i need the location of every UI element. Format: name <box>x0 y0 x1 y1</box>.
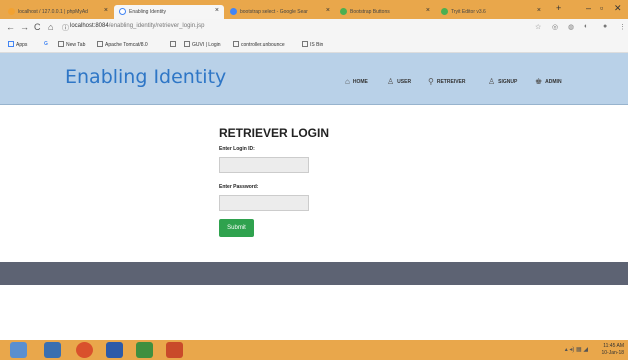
extension-icon[interactable]: ◐ <box>584 23 588 30</box>
url-path: /enabling_identity/retriever_login.jsp <box>108 23 205 29</box>
nav-home[interactable]: ⌂ HOME <box>345 77 368 86</box>
info-icon[interactable]: ⓘ <box>62 23 69 33</box>
google-icon <box>230 8 237 15</box>
bookmark-guvi[interactable]: GUVI | Login <box>184 41 221 48</box>
maximize-button[interactable]: ▫ <box>600 3 603 13</box>
password-label: Enter Password: <box>219 184 259 190</box>
bookmark-isbin[interactable]: IS Bin <box>302 41 323 48</box>
phpmyadmin-icon <box>8 8 15 15</box>
forward-button[interactable]: → <box>20 22 29 32</box>
search-icon: ⚲ <box>428 77 434 86</box>
page-title: RETRIEVER LOGIN <box>219 126 330 140</box>
browser-tab-active[interactable]: Enabling Identity × <box>114 5 224 19</box>
bookmark-unbounce[interactable]: controller.unbounce <box>233 41 285 48</box>
user-icon: ♙ <box>387 77 395 86</box>
submit-button[interactable]: Submit <box>219 219 254 237</box>
close-icon[interactable]: × <box>215 7 219 14</box>
page-icon <box>184 41 190 47</box>
bookmark-apps[interactable]: Apps <box>8 41 27 48</box>
bookmark-google[interactable]: G <box>44 41 48 47</box>
reload-button[interactable]: C <box>34 22 41 32</box>
url-field[interactable]: localhost:8084/enabling_identity/retriev… <box>70 23 204 29</box>
menu-icon[interactable]: ⋮ <box>619 23 626 31</box>
page-icon <box>58 41 64 47</box>
bookmarks-bar: Apps G New Tab Apache Tomcat/8.0 GUVI | … <box>0 38 628 53</box>
home-button[interactable]: ⌂ <box>48 22 53 32</box>
browser-tab[interactable]: localhost / 127.0.0.1 | phpMyAd × <box>3 5 113 19</box>
close-icon[interactable]: × <box>426 7 430 14</box>
site-header: Enabling Identity ⌂ HOME ♙ USER ⚲ RETREIVER… <box>0 53 628 105</box>
clock-time: 11:45 AM <box>603 343 624 349</box>
w3schools-icon <box>340 8 347 15</box>
new-tab-button[interactable]: + <box>556 3 561 13</box>
login-id-input[interactable] <box>219 157 309 173</box>
password-input[interactable] <box>219 195 309 211</box>
bookmark-blank[interactable] <box>170 41 178 48</box>
browser-tab-bar: localhost / 127.0.0.1 | phpMyAd × Enabli… <box>0 0 628 19</box>
nav-admin[interactable]: ♚ ADMIN <box>535 77 562 86</box>
star-icon[interactable]: ☆ <box>535 23 541 31</box>
nav-user[interactable]: ♙ USER <box>387 77 411 86</box>
profile-icon[interactable]: ● <box>603 23 607 30</box>
tomcat-icon <box>97 41 103 47</box>
bookmark-tomcat[interactable]: Apache Tomcat/8.0 <box>97 41 148 48</box>
browser-tab[interactable]: bootstrap select - Google Sear × <box>225 5 335 19</box>
chrome-icon[interactable] <box>136 342 153 358</box>
start-icon[interactable] <box>10 342 27 358</box>
tab-label: Bootstrap Buttons <box>350 9 390 15</box>
isbin-icon <box>302 41 308 47</box>
clock-date: 10-Jan-18 <box>601 350 624 356</box>
tab-label: bootstrap select - Google Sear <box>240 9 308 15</box>
tab-label: Enabling Identity <box>129 9 166 15</box>
system-clock[interactable]: 11:45 AM 10-Jan-18 <box>601 343 624 357</box>
back-button[interactable]: ← <box>6 22 15 32</box>
close-window-button[interactable]: ✕ <box>614 3 622 14</box>
user-icon: ♙ <box>488 77 496 86</box>
close-icon[interactable]: × <box>104 7 108 14</box>
xampp-icon[interactable] <box>166 342 183 358</box>
tab-label: Tryit Editor v3.6 <box>451 9 486 15</box>
netbeans-icon[interactable] <box>106 342 123 358</box>
site-brand[interactable]: Enabling Identity <box>65 66 226 88</box>
apps-icon <box>8 41 14 47</box>
minimize-button[interactable]: – <box>586 3 591 13</box>
explorer-icon[interactable] <box>44 342 61 358</box>
extension-icon[interactable]: ◎ <box>552 23 558 31</box>
browser-tab[interactable]: Bootstrap Buttons × <box>335 5 435 19</box>
home-icon: ⌂ <box>345 77 350 86</box>
close-icon[interactable]: × <box>326 7 330 14</box>
w3schools-icon <box>441 8 448 15</box>
firefox-icon[interactable] <box>76 342 93 358</box>
login-id-label: Enter Login ID: <box>219 146 255 152</box>
page-icon <box>233 41 239 47</box>
nav-retreiver[interactable]: ⚲ RETREIVER <box>428 77 465 86</box>
os-taskbar: ▴ ◂) ▦ ◢ 11:45 AM 10-Jan-18 <box>0 340 628 360</box>
extension-icon[interactable]: ◍ <box>568 23 574 31</box>
close-icon[interactable]: × <box>537 7 541 14</box>
bookmark-new-tab[interactable]: New Tab <box>58 41 85 48</box>
loading-icon <box>119 8 126 15</box>
nav-signup[interactable]: ♙ SIGNUP <box>488 77 517 86</box>
address-bar-row: ← → C ⌂ ⓘ localhost:8084/enabling_identi… <box>0 19 628 38</box>
system-tray-icons[interactable]: ▴ ◂) ▦ ◢ <box>565 346 588 353</box>
page-icon <box>170 41 176 47</box>
site-footer <box>0 262 628 285</box>
url-host: localhost:8084 <box>70 23 109 29</box>
users-icon: ♚ <box>535 77 543 86</box>
tab-label: localhost / 127.0.0.1 | phpMyAd <box>18 9 88 15</box>
browser-tab[interactable]: Tryit Editor v3.6 × <box>436 5 546 19</box>
